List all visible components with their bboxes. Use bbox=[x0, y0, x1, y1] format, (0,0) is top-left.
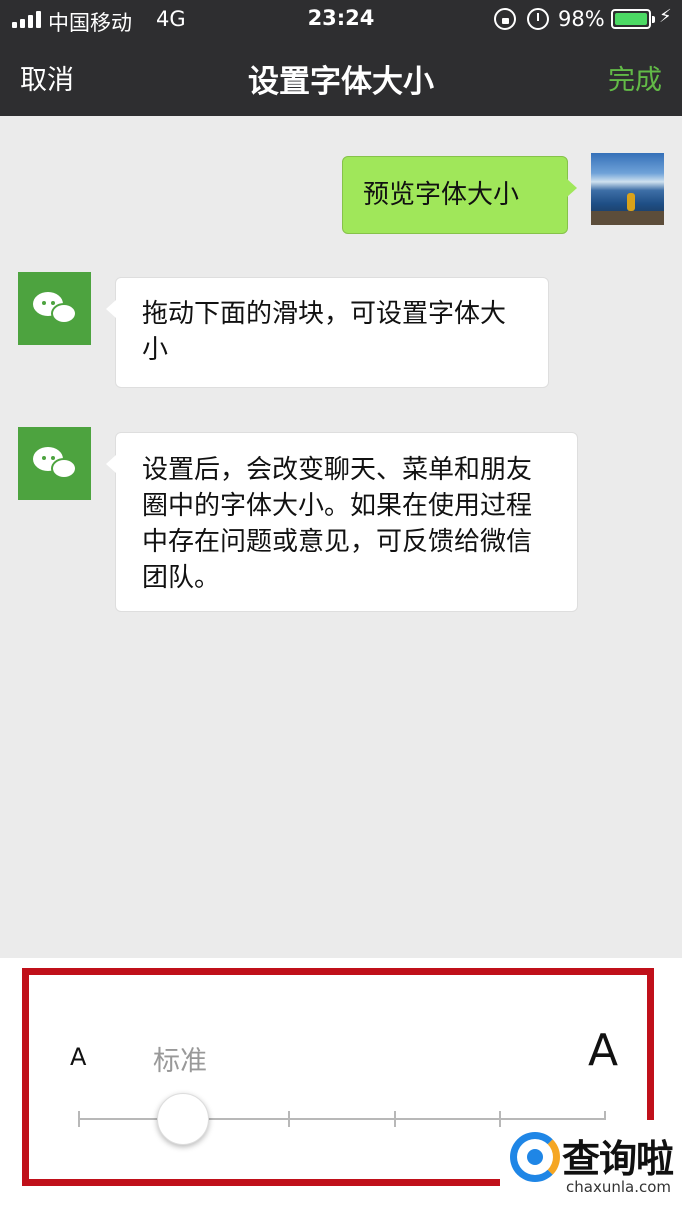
slider-tick bbox=[78, 1111, 80, 1127]
slider-tick bbox=[499, 1111, 501, 1127]
done-button[interactable]: 完成 bbox=[608, 58, 662, 97]
message-text: 设置后，会改变聊天、菜单和朋友圈中的字体大小。如果在使用过程中存在问题或意见，可… bbox=[142, 455, 533, 593]
battery-percent: 98% bbox=[558, 7, 605, 31]
charging-bolt-icon: ⚡ bbox=[659, 6, 672, 27]
page-title: 设置字体大小 bbox=[248, 64, 434, 100]
nav-bar: 取消 设置字体大小 完成 bbox=[0, 38, 682, 116]
message-text: 拖动下面的滑块，可设置字体大小 bbox=[142, 299, 507, 365]
watermark: 查询啦 chaxunla.com bbox=[500, 1120, 682, 1212]
status-bar: 中国移动 4G 23:24 98% ⚡ bbox=[0, 0, 682, 38]
battery-icon bbox=[611, 9, 655, 29]
message-bubble-explanation: 设置后，会改变聊天、菜单和朋友圈中的字体大小。如果在使用过程中存在问题或意见，可… bbox=[106, 432, 578, 612]
wechat-avatar[interactable] bbox=[18, 427, 91, 500]
message-bubble-preview: 预览字体大小 bbox=[342, 156, 577, 234]
alarm-icon bbox=[527, 8, 549, 30]
small-font-label: A bbox=[70, 1043, 87, 1071]
user-avatar[interactable] bbox=[591, 153, 664, 225]
slider-tick bbox=[394, 1111, 396, 1127]
font-size-slider-thumb[interactable] bbox=[157, 1093, 209, 1145]
message-text: 预览字体大小 bbox=[363, 180, 520, 210]
message-bubble-instruction: 拖动下面的滑块，可设置字体大小 bbox=[106, 277, 549, 388]
orientation-lock-icon bbox=[494, 8, 516, 30]
chaxunla-logo-icon bbox=[510, 1132, 560, 1182]
cancel-button[interactable]: 取消 bbox=[20, 58, 74, 97]
wechat-avatar[interactable] bbox=[18, 272, 91, 345]
large-font-label: A bbox=[588, 1025, 619, 1076]
current-size-label: 标准 bbox=[153, 1046, 207, 1077]
watermark-domain: chaxunla.com bbox=[566, 1178, 671, 1196]
watermark-brand: 查询啦 bbox=[562, 1137, 674, 1181]
slider-tick bbox=[288, 1111, 290, 1127]
